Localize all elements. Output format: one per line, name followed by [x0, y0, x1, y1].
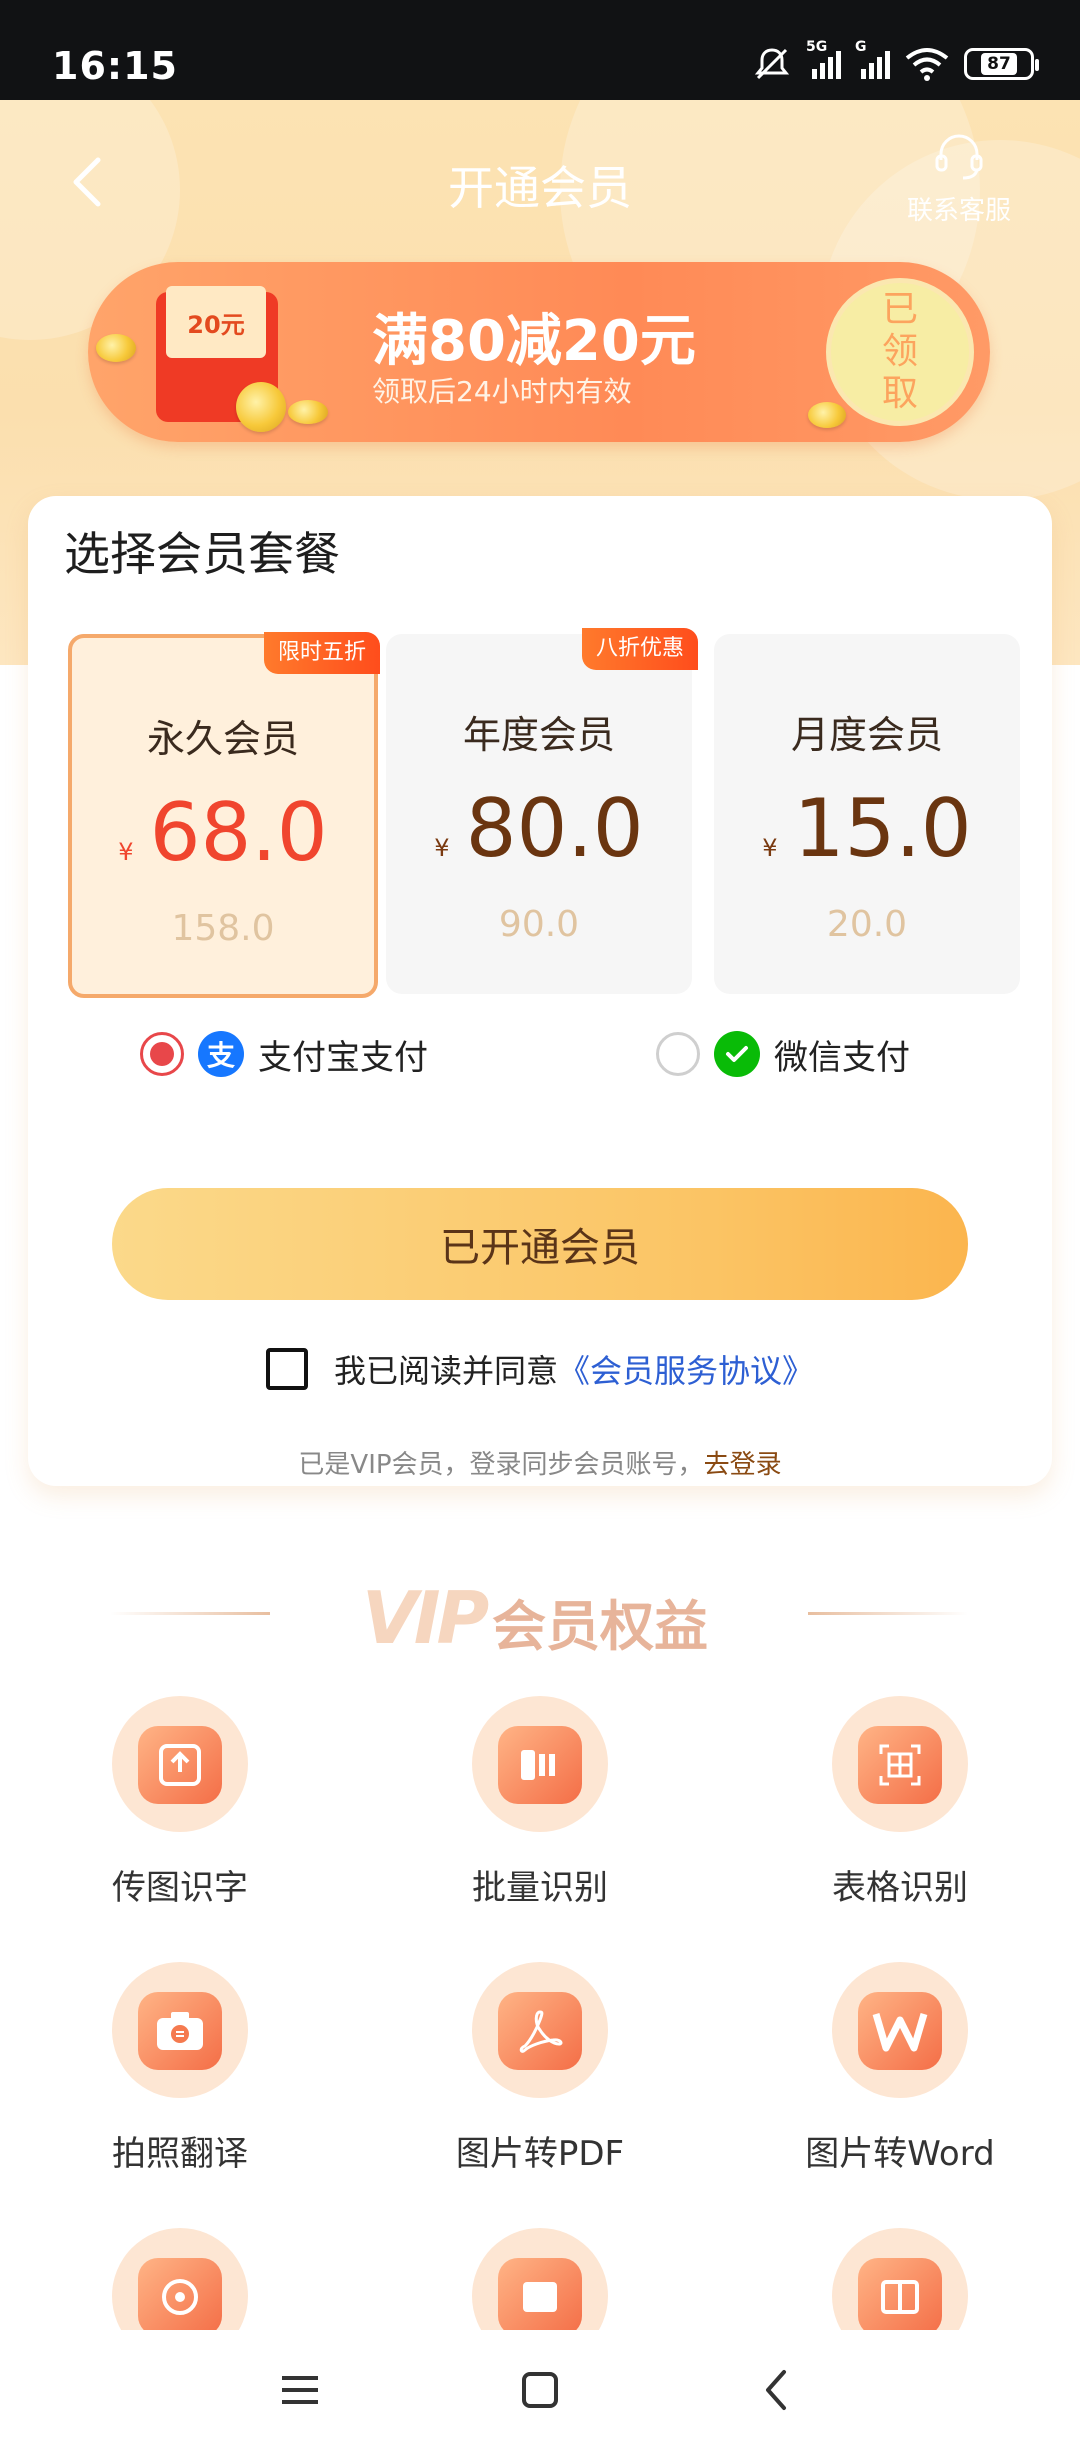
plan-original-price: 90.0 — [498, 904, 580, 945]
benefit-partial[interactable] — [740, 2228, 1060, 2330]
envelope-amount: 20元 — [166, 286, 266, 358]
print-icon — [858, 2258, 942, 2330]
plan-name: 年度会员 — [462, 713, 615, 757]
plan-name: 月度会员 — [790, 713, 943, 757]
benefit-image-to-word[interactable]: 图片转Word — [740, 1962, 1060, 2192]
benefit-label: 传图识字 — [112, 1868, 248, 1908]
status-time: 16:15 — [52, 44, 178, 88]
benefit-upload-image[interactable]: 传图识字 — [20, 1696, 340, 1926]
vip-login-note: 已是VIP会员，登录同步会员账号，去登录 — [298, 1450, 782, 1480]
wechat-option[interactable]: 微信支付 — [656, 1024, 910, 1084]
plan-monthly[interactable]: 月度会员 ¥15.0 20.0 — [714, 634, 1020, 994]
divider — [808, 1612, 968, 1615]
table-recognize-icon — [858, 1726, 942, 1804]
benefit-batch-recognize[interactable]: 批量识别 — [380, 1696, 700, 1926]
wifi-icon — [905, 48, 949, 81]
batch-recognize-icon — [498, 1726, 582, 1804]
claimed-badge[interactable]: 已领取 — [826, 278, 974, 426]
vip-logo: VIP — [362, 1576, 489, 1660]
coin-icon — [236, 382, 286, 432]
benefit-label: 图片转PDF — [455, 2134, 625, 2174]
plan-price: ¥15.0 — [762, 782, 972, 875]
agreement-row: 我已阅读并同意《会员服务协议》 — [28, 1346, 1052, 1392]
benefit-label: 图片转Word — [805, 2134, 995, 2174]
benefit-camera-translate[interactable]: 拍照翻译 — [20, 1962, 340, 2192]
alipay-radio[interactable] — [140, 1032, 184, 1076]
alipay-icon: 支 — [198, 1031, 244, 1077]
plan-badge: 八折优惠 — [581, 628, 698, 670]
coin-icon — [288, 400, 328, 424]
headset-icon — [935, 134, 983, 180]
benefit-table-recognize[interactable]: 表格识别 — [740, 1696, 1060, 1926]
coin-icon — [96, 334, 136, 362]
plan-price: ¥80.0 — [434, 782, 644, 875]
open-membership-button[interactable]: 已开通会员 — [112, 1188, 968, 1300]
service-label: 联系客服 — [906, 196, 1011, 226]
plan-lifetime[interactable]: 限时五折 永久会员 ¥68.0 158.0 — [68, 632, 380, 998]
divider — [110, 1612, 270, 1615]
wechat-label: 微信支付 — [774, 1037, 910, 1078]
agreement-link[interactable]: 《会员服务协议》 — [558, 1352, 814, 1390]
benefits-heading: 会员权益 — [492, 1595, 708, 1658]
benefit-label: 拍照翻译 — [112, 2134, 248, 2174]
back-nav-icon[interactable] — [748, 2360, 808, 2420]
scan-icon — [498, 2258, 582, 2330]
navigation-bar — [0, 2330, 1080, 2460]
coupon-banner[interactable]: 20元 满80减20元 领取后24小时内有效 已领取 — [88, 262, 990, 442]
camera-translate-icon — [138, 1992, 222, 2070]
signal-g-icon: G — [855, 39, 890, 79]
word-icon — [858, 1992, 942, 2070]
coupon-subtitle: 领取后24小时内有效 — [372, 375, 632, 408]
mute-bell-icon — [754, 48, 790, 80]
plan-annual[interactable]: 八折优惠 年度会员 ¥80.0 90.0 — [386, 628, 698, 994]
upload-image-icon — [138, 1726, 222, 1804]
plan-heading: 选择会员套餐 — [64, 527, 340, 581]
plan-name: 永久会员 — [146, 717, 299, 761]
benefit-partial[interactable] — [20, 2228, 340, 2330]
alipay-label: 支付宝支付 — [258, 1037, 428, 1078]
benefit-label: 表格识别 — [832, 1868, 968, 1908]
status-icons: 5G G 87 — [752, 39, 1039, 84]
agreement-text: 我已阅读并同意《会员服务协议》 — [333, 1352, 815, 1390]
plan-badge: 限时五折 — [263, 632, 380, 674]
wechat-radio[interactable] — [656, 1032, 700, 1076]
wechat-icon — [714, 1031, 760, 1077]
plan-original-price: 20.0 — [826, 904, 908, 945]
target-icon — [138, 2258, 222, 2330]
claimed-text: 已领取 — [881, 289, 918, 414]
signal-5g-icon: 5G — [806, 39, 841, 79]
benefits-title: VIP 会员权益 — [0, 1570, 1080, 1660]
pdf-icon — [498, 1992, 582, 2070]
status-bar: 16:15 5G G 87 — [0, 0, 1080, 100]
agreement-checkbox[interactable] — [265, 1348, 308, 1390]
contact-service-button[interactable]: 联系客服 — [894, 128, 1024, 227]
coupon-title: 满80减20元 — [372, 309, 696, 374]
plan-price: ¥68.0 — [118, 786, 328, 879]
menu-icon[interactable] — [270, 2360, 330, 2420]
battery-icon: 87 — [964, 48, 1039, 80]
alipay-option[interactable]: 支 支付宝支付 — [140, 1024, 428, 1084]
coin-icon — [808, 402, 846, 428]
benefit-image-to-pdf[interactable]: 图片转PDF — [380, 1962, 700, 2192]
plan-card: 选择会员套餐 限时五折 永久会员 ¥68.0 158.0 八折优惠 年度会员 ¥… — [28, 496, 1052, 1486]
home-icon[interactable] — [510, 2360, 570, 2420]
benefit-label: 批量识别 — [472, 1868, 608, 1908]
benefit-partial[interactable] — [380, 2228, 700, 2330]
plan-original-price: 158.0 — [171, 908, 275, 949]
login-link[interactable]: 去登录 — [704, 1450, 782, 1480]
